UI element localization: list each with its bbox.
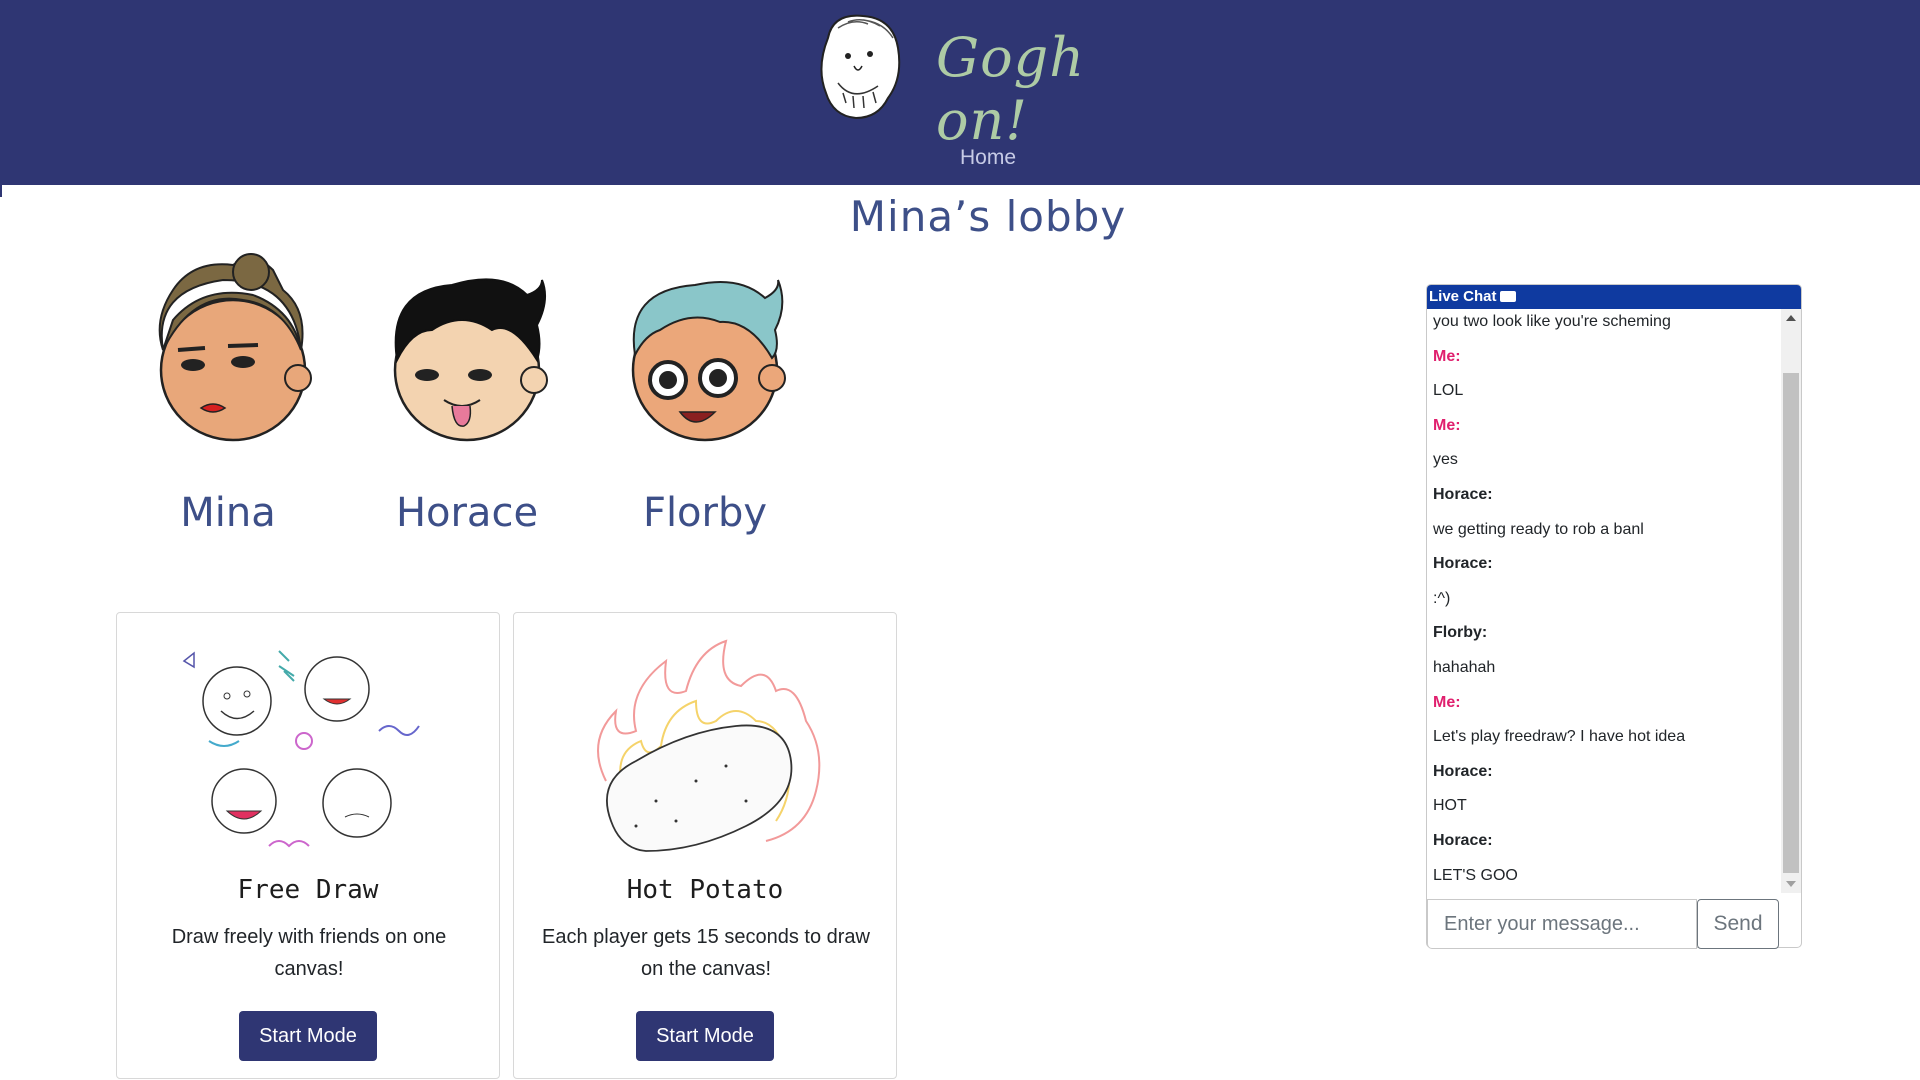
chat-message-text: LET'S GOO [1433, 866, 1518, 884]
chat-message-text: yes [1433, 451, 1458, 469]
scroll-thumb[interactable] [1783, 373, 1799, 873]
chat-scrollbar[interactable] [1781, 309, 1801, 893]
mode-title: Free Draw [237, 875, 379, 905]
site-header: Gogh on! Home [0, 0, 1920, 185]
site-logo[interactable]: Gogh on! [808, 8, 1168, 152]
flaming-potato-illustration [597, 639, 821, 852]
chat-message-text: you two look like you're scheming [1433, 313, 1671, 330]
mode-title: Hot Potato [626, 875, 784, 905]
chat-title: Live Chat [1429, 288, 1497, 305]
logo-text: Gogh on! [936, 26, 1085, 152]
start-hot-potato-button[interactable]: Start Mode [636, 1011, 774, 1061]
chat-message-sender: Me: [1433, 416, 1461, 434]
scroll-up-icon[interactable] [1786, 315, 1796, 321]
player-name: Mina [180, 490, 276, 536]
van-gogh-face-icon [820, 14, 901, 120]
chat-message-text: LOL [1433, 382, 1464, 400]
chat-message-text: HOT [1433, 797, 1467, 815]
chat-message-text: we getting ready to rob a banl [1433, 520, 1644, 538]
chat-message-sender: Horace: [1433, 485, 1493, 503]
chat-message-text: :^) [1433, 589, 1451, 607]
start-free-draw-button[interactable]: Start Mode [239, 1011, 377, 1061]
message-list: you two look like you're scheming Me: LOL M… [1433, 309, 1773, 893]
chat-bubble-icon [1499, 290, 1516, 302]
mode-description: Each player gets 15 seconds to draw on t… [542, 926, 870, 980]
player-card: Horace [372, 250, 562, 536]
chat-message-sender: Me: [1433, 693, 1461, 711]
mode-card-hot-potato: Hot Potato Each player gets 15 seconds t… [513, 612, 897, 1079]
chat-message-sender: Horace: [1433, 555, 1493, 573]
player-name: Horace [395, 490, 539, 536]
player-name: Florby [642, 490, 768, 536]
chat-message-sender: Me: [1433, 347, 1461, 365]
chat-message-input[interactable] [1427, 899, 1697, 949]
chat-message-text: hahahah [1433, 658, 1496, 676]
chat-message-sender: Horace: [1433, 762, 1493, 780]
send-button[interactable]: Send [1697, 899, 1779, 949]
mode-card-free-draw: Free Draw Draw freely with friends on on… [116, 612, 500, 1079]
live-chat-panel: Live Chat you two look like you're schem… [1426, 284, 1802, 949]
scroll-down-icon[interactable] [1786, 881, 1796, 887]
lobby-title: Mina’s lobby [849, 192, 1127, 241]
horace-avatar-icon [393, 278, 548, 442]
chat-header: Live Chat [1427, 285, 1801, 309]
florby-avatar-icon [631, 279, 786, 442]
chat-message-text: Let's play freedraw? I have hot idea [1433, 728, 1686, 746]
mode-description: Draw freely with friends on one canvas! [171, 926, 447, 980]
chat-messages: you two look like you're scheming Me: LOL M… [1427, 309, 1801, 893]
player-card: Florby [610, 250, 800, 536]
doodle-faces-illustration [182, 650, 420, 848]
chat-message-sender: Florby: [1433, 624, 1488, 642]
player-card: Mina [133, 250, 323, 536]
chat-message-sender: Horace: [1433, 831, 1493, 849]
nav-home-link[interactable]: Home [0, 146, 1920, 170]
mina-avatar-icon [158, 253, 312, 442]
